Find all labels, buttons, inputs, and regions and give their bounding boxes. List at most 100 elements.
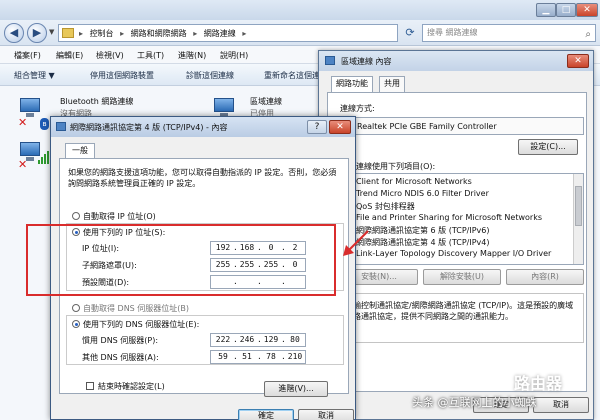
octet: 129 [263, 335, 279, 344]
network-icon [325, 56, 335, 65]
validate-checkbox[interactable]: 結束時確認設定(L) [86, 381, 165, 392]
octet: 51 [242, 352, 252, 361]
tab-general[interactable]: 一般 [65, 143, 95, 159]
uninstall-button[interactable]: 解除安裝(U) [423, 269, 501, 285]
disable-device-button[interactable]: 停用這個網路裝置 [90, 70, 154, 81]
scroll-thumb[interactable] [575, 186, 582, 226]
connect-using-label: 連線方式: [340, 104, 375, 113]
list-item-label: QoS 封包排程器 [356, 202, 415, 211]
menu-edit[interactable]: 編輯(E) [56, 50, 83, 61]
search-placeholder: 搜尋 網路連線 [427, 28, 478, 37]
alternate-dns-label: 其他 DNS 伺服器(A): [82, 353, 159, 362]
auto-ip-radio[interactable]: 自動取得 IP 位址(O) [72, 211, 156, 222]
menu-tools[interactable]: 工具(T) [137, 50, 164, 61]
list-item-label: Trend Micro NDIS 6.0 Filter Driver [356, 189, 489, 198]
highlight-annotation [26, 224, 336, 296]
menu-help[interactable]: 說明(H) [220, 50, 248, 61]
search-icon: ⌕ [585, 29, 591, 40]
octet: 222 [215, 335, 231, 344]
address-bar: ◀ ▶ ▼ ▸ 控制台 ▸ 網路和網際網路 ▸ 網路連線 ▸ ⟳ 搜尋 網路連線… [0, 20, 600, 46]
breadcrumb-network-internet[interactable]: 網路和網際網路 [131, 29, 187, 38]
maximize-button[interactable]: □ [556, 3, 576, 17]
close-button[interactable]: ✕ [567, 54, 589, 68]
bluetooth-icon: ʙ [40, 118, 49, 130]
tab-networking[interactable]: 網路功能 [331, 76, 373, 93]
back-button[interactable]: ◀ [4, 23, 24, 43]
list-item-label: Link-Layer Topology Discovery Mapper I/O… [356, 249, 552, 258]
watermark-text: 头条 @互联网上的小蜘蛛 [412, 396, 537, 409]
description-group: 傳輸控制通訊協定/網際網路通訊協定 (TCP/IP)。這是預設的廣域網路通訊協定… [340, 293, 584, 343]
menu-file[interactable]: 檔案(F) [14, 50, 41, 61]
help-button[interactable]: ? [307, 120, 327, 134]
adapter-field: Realtek PCIe GBE Family Controller [340, 117, 584, 135]
preferred-dns-field[interactable]: 222. 246. 129. 80 [210, 333, 306, 347]
preferred-dns-label: 慣用 DNS 伺服器(P): [82, 336, 159, 345]
advanced-button[interactable]: 進階(V)... [264, 381, 328, 397]
list-item-label: 網際網路通訊協定第 4 版 (TCP/IPv4) [356, 238, 490, 247]
tab-sharing[interactable]: 共用 [379, 76, 405, 92]
close-button[interactable]: ✕ [329, 120, 351, 134]
organize-label: 組合管理 [14, 71, 46, 80]
scrollbar[interactable] [573, 174, 583, 264]
octet: 80 [290, 335, 300, 344]
breadcrumb-separator: ▸ [242, 29, 247, 38]
dialog-title-bar: 網際網路通訊協定第 4 版 (TCP/IPv4) - 內容 ? ✕ [51, 117, 355, 137]
forward-button[interactable]: ▶ [27, 23, 47, 43]
disconnected-icon: ✕ [18, 116, 28, 129]
auto-ip-label: 自動取得 IP 位址(O) [83, 212, 156, 221]
auto-dns-radio[interactable]: 自動取得 DNS 伺服器位址(B) [72, 303, 189, 314]
search-input[interactable]: 搜尋 網路連線 ⌕ [422, 24, 596, 42]
dialog-title: 區域連線 內容 [341, 57, 392, 66]
octet: 78 [266, 352, 276, 361]
connection-name[interactable]: 區域連線 [250, 96, 282, 107]
intro-text: 如果您的網路支援這項功能，您可以取得自動指派的 IP 設定。否則，您必須詢問網路… [68, 168, 337, 188]
arrow-annotation [343, 230, 369, 256]
ok-button[interactable]: 確定 [238, 409, 294, 420]
list-item-label: File and Printer Sharing for Microsoft N… [356, 213, 542, 222]
chevron-down-icon[interactable]: ▼ [49, 28, 54, 36]
menu-advanced[interactable]: 進階(N) [178, 50, 206, 61]
organize-button[interactable]: 組合管理 ▼ [14, 70, 55, 81]
network-icon [56, 122, 66, 131]
manual-dns-label: 使用下列的 DNS 伺服器位址(E): [83, 320, 200, 329]
folder-icon [62, 28, 74, 38]
breadcrumb: ▸ 控制台 ▸ 網路和網際網路 ▸ 網路連線 ▸ [79, 28, 250, 39]
close-button[interactable]: ✕ [576, 3, 598, 17]
list-item[interactable]: ✓File and Printer Sharing for Microsoft … [345, 213, 542, 223]
list-item-label: 網際網路通訊協定第 6 版 (TCP/IPv6) [356, 226, 490, 235]
properties-button[interactable]: 內容(R) [506, 269, 584, 285]
minimize-button[interactable]: ▁ [536, 3, 556, 17]
diagnose-button[interactable]: 診斷這個連線 [186, 70, 234, 81]
dialog-title-bar: 區域連線 內容 ✕ [319, 51, 593, 71]
breadcrumb-separator: ▸ [193, 29, 198, 38]
manual-dns-radio[interactable]: 使用下列的 DNS 伺服器位址(E): [72, 319, 199, 330]
validate-label: 結束時確認設定(L) [98, 382, 165, 391]
components-list[interactable]: ✓Client for Microsoft Networks ✓Trend Mi… [340, 173, 584, 265]
configure-button[interactable]: 設定(C)... [518, 139, 578, 155]
auto-dns-label: 自動取得 DNS 伺服器位址(B) [83, 304, 190, 313]
disconnected-icon: ✕ [18, 158, 28, 171]
watermark-logo: 路由器 [514, 374, 563, 393]
breadcrumb-network-connections[interactable]: 網路連線 [204, 29, 236, 38]
connection-name[interactable]: Bluetooth 網路連線 [60, 96, 133, 107]
octet: 59 [218, 352, 228, 361]
cancel-button[interactable]: 取消 [533, 397, 589, 413]
address-field[interactable]: ▸ 控制台 ▸ 網路和網際網路 ▸ 網路連線 ▸ [58, 24, 398, 42]
alternate-dns-field[interactable]: 59. 51. 78. 210 [210, 350, 306, 364]
breadcrumb-separator: ▸ [120, 29, 125, 38]
octet: 210 [287, 352, 303, 361]
cancel-button[interactable]: 取消 [298, 409, 354, 420]
breadcrumb-separator: ▸ [79, 29, 84, 38]
list-item[interactable]: ✓Trend Micro NDIS 6.0 Filter Driver [345, 189, 489, 199]
octet: 246 [239, 335, 255, 344]
list-item[interactable]: ✓Link-Layer Topology Discovery Mapper I/… [345, 249, 551, 259]
menu-view[interactable]: 檢視(V) [96, 50, 124, 61]
dialog-title: 網際網路通訊協定第 4 版 (TCP/IPv4) - 內容 [70, 123, 228, 132]
refresh-icon[interactable]: ⟳ [402, 25, 418, 41]
title-bar: ▁ □ ✕ [0, 0, 600, 20]
list-item[interactable]: ✓Client for Microsoft Networks [345, 177, 472, 187]
monitor-icon [20, 98, 40, 112]
breadcrumb-control-panel[interactable]: 控制台 [90, 29, 114, 38]
list-item-label: Client for Microsoft Networks [356, 177, 472, 186]
description-text: 傳輸控制通訊協定/網際網路通訊協定 (TCP/IP)。這是預設的廣域網路通訊協定… [345, 301, 574, 321]
